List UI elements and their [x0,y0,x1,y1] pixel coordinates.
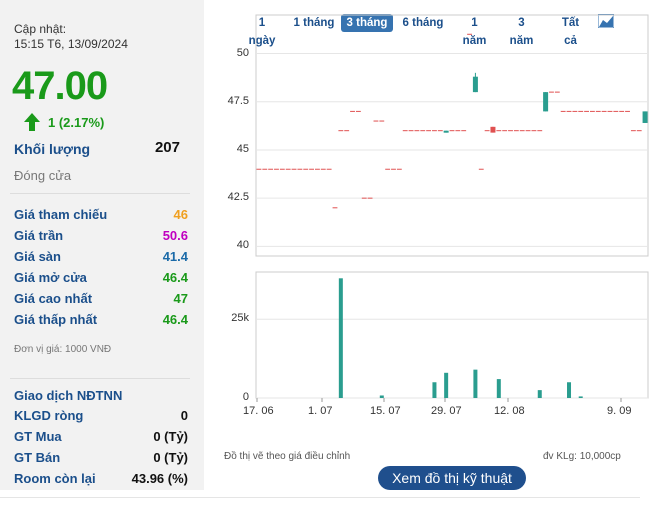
volume-bar [537,390,542,398]
volume-pane-frame [255,271,649,399]
volume-tick-label: 25k [231,312,249,325]
volume-bar [473,369,478,398]
price-candle [443,130,449,133]
chart-note-adjusted: Đồ thị vẽ theo giá điều chỉnh [224,451,351,462]
x-tick-label: 1. 07 [308,405,333,417]
volume-bar [444,372,449,398]
volume-tick-label: 0 [242,391,249,403]
technical-chart-button[interactable]: Xem đồ thị kỹ thuật [378,466,526,490]
x-tick-label: 29. 07 [431,405,462,417]
volume-bar [432,382,437,398]
foreign-row-label: Room còn lại [14,471,96,486]
price-candle [472,76,478,93]
foreign-row-label: GT Bán [14,450,61,465]
price-tick-label: 45 [236,142,249,155]
price-tick-label: 50 [236,46,249,59]
price-tick-label: 40 [236,239,249,252]
volume-bar [496,379,501,398]
volume-bar [379,395,384,398]
price-candle [642,111,648,123]
foreign-row-value: 0 (Tỷ) [153,450,188,465]
volume-bar [567,382,572,398]
volume-bar [578,396,583,398]
chart-note-volume-unit: đv KLg: 10,000cp [543,451,621,462]
volume-bar [338,278,343,398]
price-tick-label: 47.5 [227,94,249,107]
price-volume-chart [255,14,649,402]
price-pane-frame [255,14,649,257]
x-tick-label: 12. 08 [494,405,525,417]
foreign-row-value: 43.96 (%) [131,471,188,486]
x-tick-label: 9. 09 [607,405,632,417]
x-tick-label: 17. 06 [243,405,274,417]
bottom-divider [0,497,640,498]
price-candle [543,92,549,112]
price-tick-label: 42.5 [227,191,249,204]
x-tick-label: 15. 07 [370,405,401,417]
price-candle [490,126,496,133]
